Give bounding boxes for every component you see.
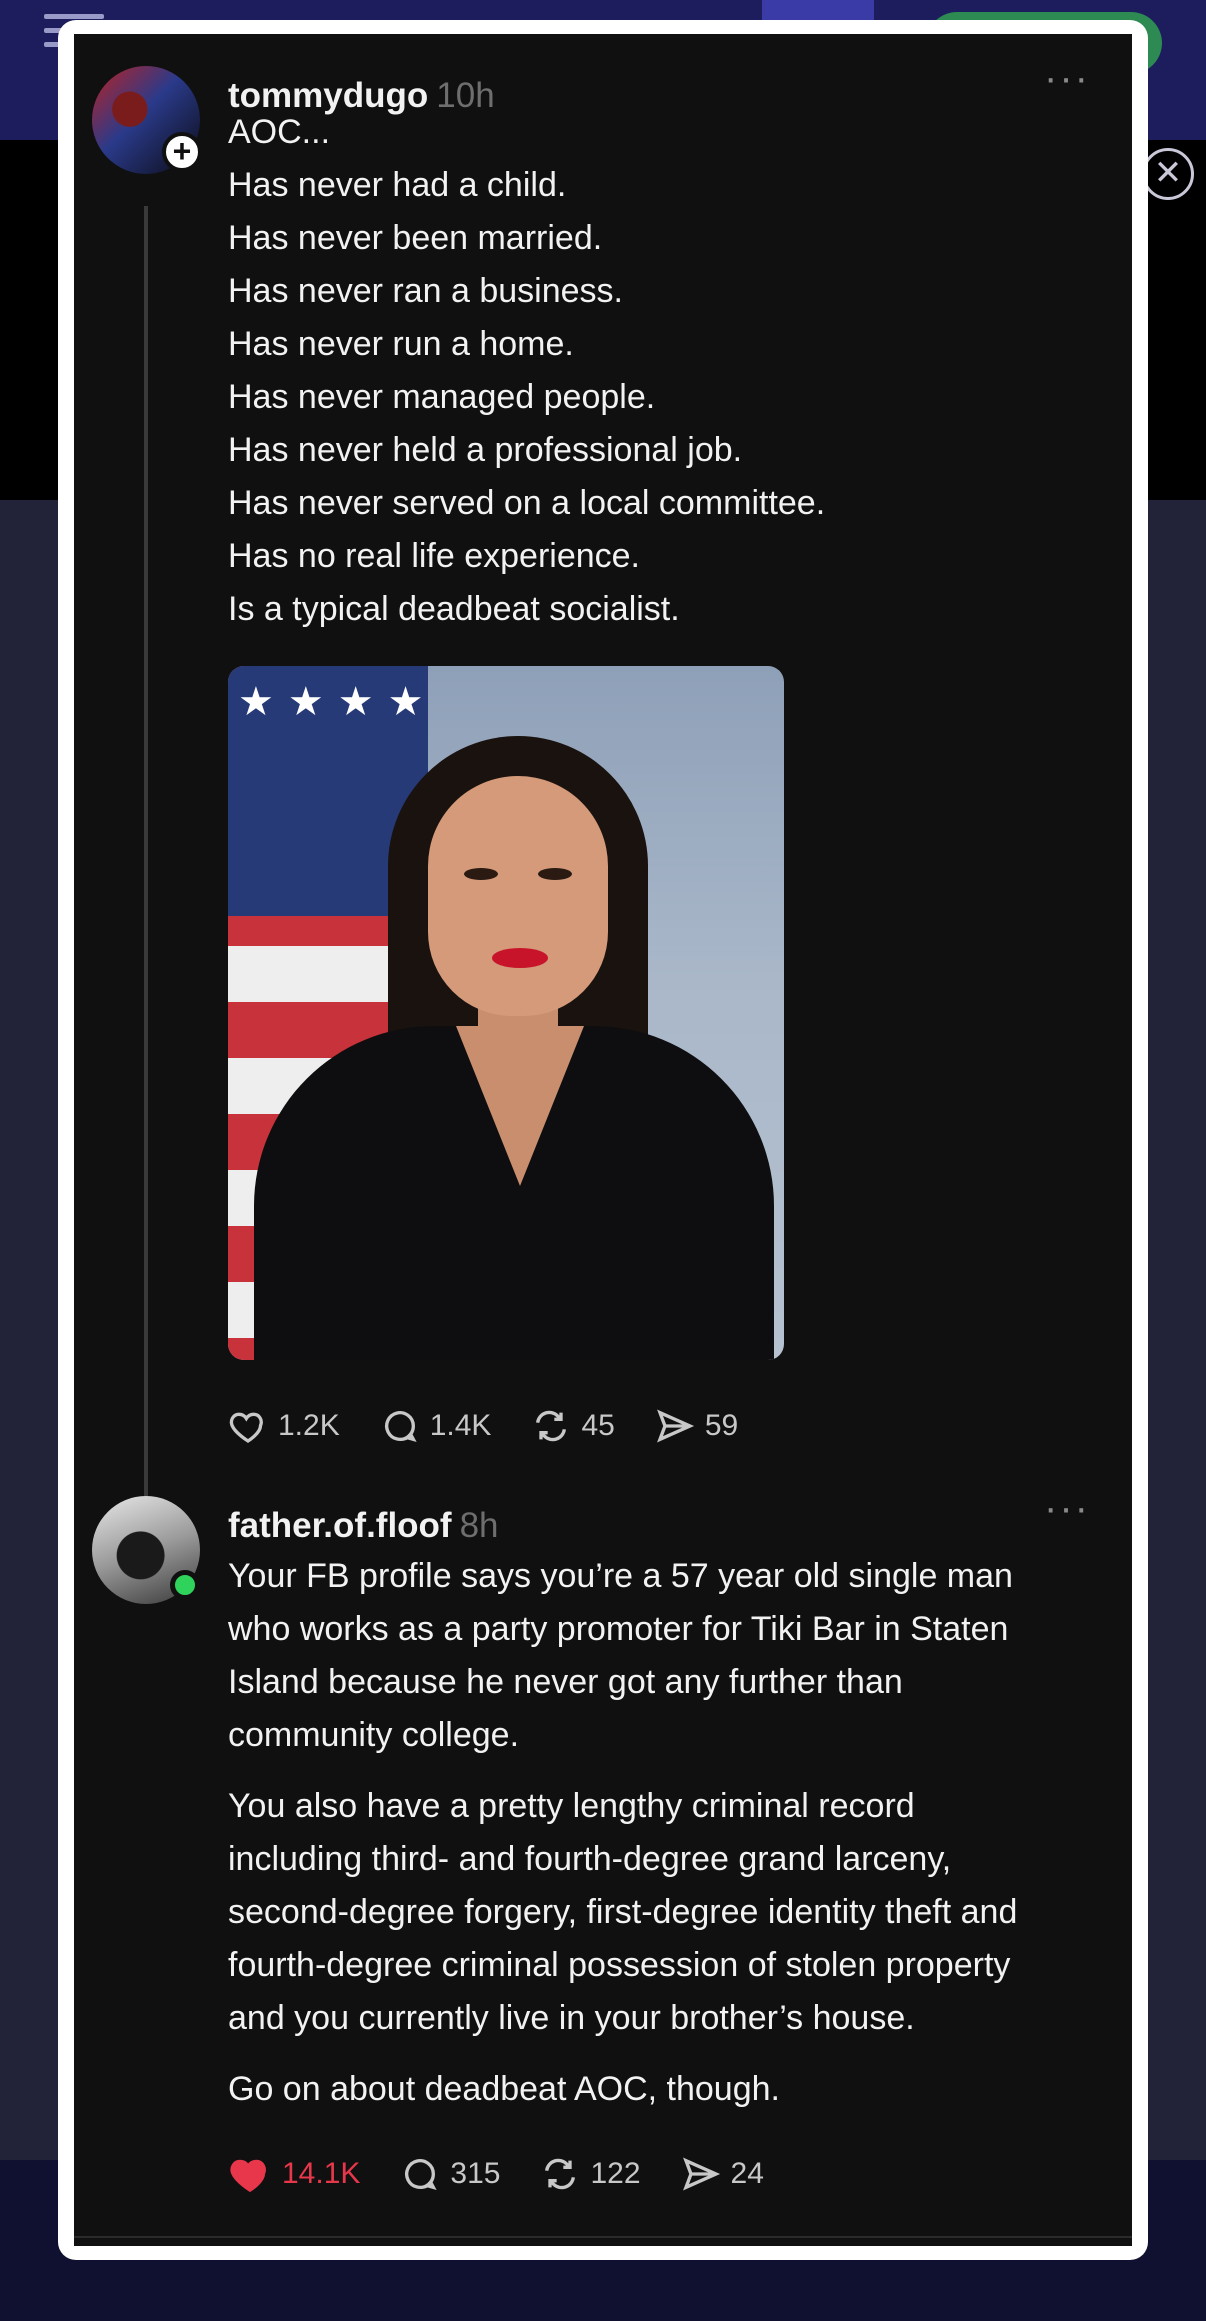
- repost-button[interactable]: 45: [531, 1406, 615, 1446]
- comment-button[interactable]: 315: [400, 2154, 500, 2194]
- post-line: Has never run a home.: [228, 325, 574, 363]
- heart-icon: [230, 2159, 266, 2193]
- reply-time: 8h: [459, 1506, 499, 1545]
- reply-line: community college.: [228, 1716, 520, 1754]
- portrait-lips: [492, 948, 548, 968]
- reply-line: Your FB profile says you’re a 57 year ol…: [228, 1557, 1013, 1595]
- post-line: Has no real life experience.: [228, 537, 641, 575]
- reply-line: and you currently live in your brother’s…: [228, 1999, 915, 2037]
- repost-icon: [536, 1410, 567, 1442]
- reply-paragraph: Go on about deadbeat AOC, though.: [228, 2063, 1017, 2116]
- reply-paragraph: Your FB profile says you’re a 57 year ol…: [228, 1550, 1017, 1762]
- post-text: AOC... Has never had a child. Has never …: [228, 106, 825, 636]
- post-actions: 1.2K 1.4K 45 59: [228, 1406, 778, 1446]
- portrait-eye: [464, 868, 498, 880]
- thread-connector-line: [144, 206, 148, 1506]
- post-line: Is a typical deadbeat socialist.: [228, 590, 680, 628]
- share-button[interactable]: 59: [655, 1406, 738, 1446]
- post-line: Has never ran a business.: [228, 272, 623, 310]
- post-line: AOC...: [228, 113, 331, 151]
- reply-line: Island because he never got any further …: [228, 1663, 903, 1701]
- share-button[interactable]: 24: [681, 2154, 764, 2194]
- online-status-indicator: [170, 1570, 200, 1600]
- share-icon: [682, 2157, 720, 2191]
- comment-button[interactable]: 1.4K: [380, 1406, 492, 1446]
- reply-line: second-degree forgery, first-degree iden…: [228, 1893, 1018, 1931]
- post-image[interactable]: ★★★★★★★★★★: [228, 666, 784, 1360]
- reply-actions: 14.1K 315 122 24: [228, 2152, 804, 2196]
- repost-button[interactable]: 122: [540, 2154, 641, 2194]
- like-button[interactable]: 1.2K: [228, 1406, 340, 1446]
- heart-icon: [229, 1412, 263, 1443]
- more-icon[interactable]: ···: [1044, 58, 1090, 98]
- share-count: 24: [730, 2157, 764, 2190]
- reply-text: Your FB profile says you’re a 57 year ol…: [228, 1550, 1017, 2134]
- post-line: Has never been married.: [228, 219, 603, 257]
- reply-paragraph: You also have a pretty lengthy criminal …: [228, 1780, 1017, 2045]
- reply-line: Go on about deadbeat AOC, though.: [228, 2070, 780, 2108]
- like-button[interactable]: 14.1K: [228, 2152, 360, 2196]
- like-count: 1.2K: [278, 1409, 340, 1442]
- reply-line: who works as a party promoter for Tiki B…: [228, 1610, 1009, 1648]
- portrait-face: [428, 776, 608, 1016]
- comment-icon: [384, 1411, 417, 1442]
- comment-count: 315: [450, 2157, 501, 2190]
- post-line: Has never had a child.: [228, 166, 567, 204]
- thread-card: + tommydugo 10h ··· AOC... Has never had …: [74, 34, 1132, 2246]
- more-icon[interactable]: ···: [1044, 1488, 1090, 1528]
- repost-count: 122: [590, 2157, 641, 2190]
- post-line: Has never held a professional job.: [228, 431, 743, 469]
- like-count: 14.1K: [282, 2157, 361, 2190]
- reply-line: fourth-degree criminal possession of sto…: [228, 1946, 1011, 1984]
- close-icon[interactable]: ✕: [1142, 148, 1194, 200]
- divider: [74, 2236, 1132, 2238]
- comment-icon: [405, 2159, 438, 2190]
- post-line: Has never served on a local committee.: [228, 484, 826, 522]
- share-icon: [656, 1409, 694, 1443]
- repost-count: 45: [581, 1409, 615, 1442]
- share-count: 59: [704, 1409, 739, 1442]
- reply-line: You also have a pretty lengthy criminal …: [228, 1787, 915, 1825]
- reply-author[interactable]: father.of.floof 8h: [228, 1506, 499, 1546]
- repost-icon: [545, 2158, 576, 2190]
- portrait-eye: [538, 868, 572, 880]
- post-line: Has never managed people.: [228, 378, 656, 416]
- reply-line: including third- and fourth-degree grand…: [228, 1840, 952, 1878]
- username[interactable]: father.of.floof: [228, 1506, 452, 1545]
- plus-icon[interactable]: +: [162, 132, 202, 172]
- comment-count: 1.4K: [429, 1409, 492, 1442]
